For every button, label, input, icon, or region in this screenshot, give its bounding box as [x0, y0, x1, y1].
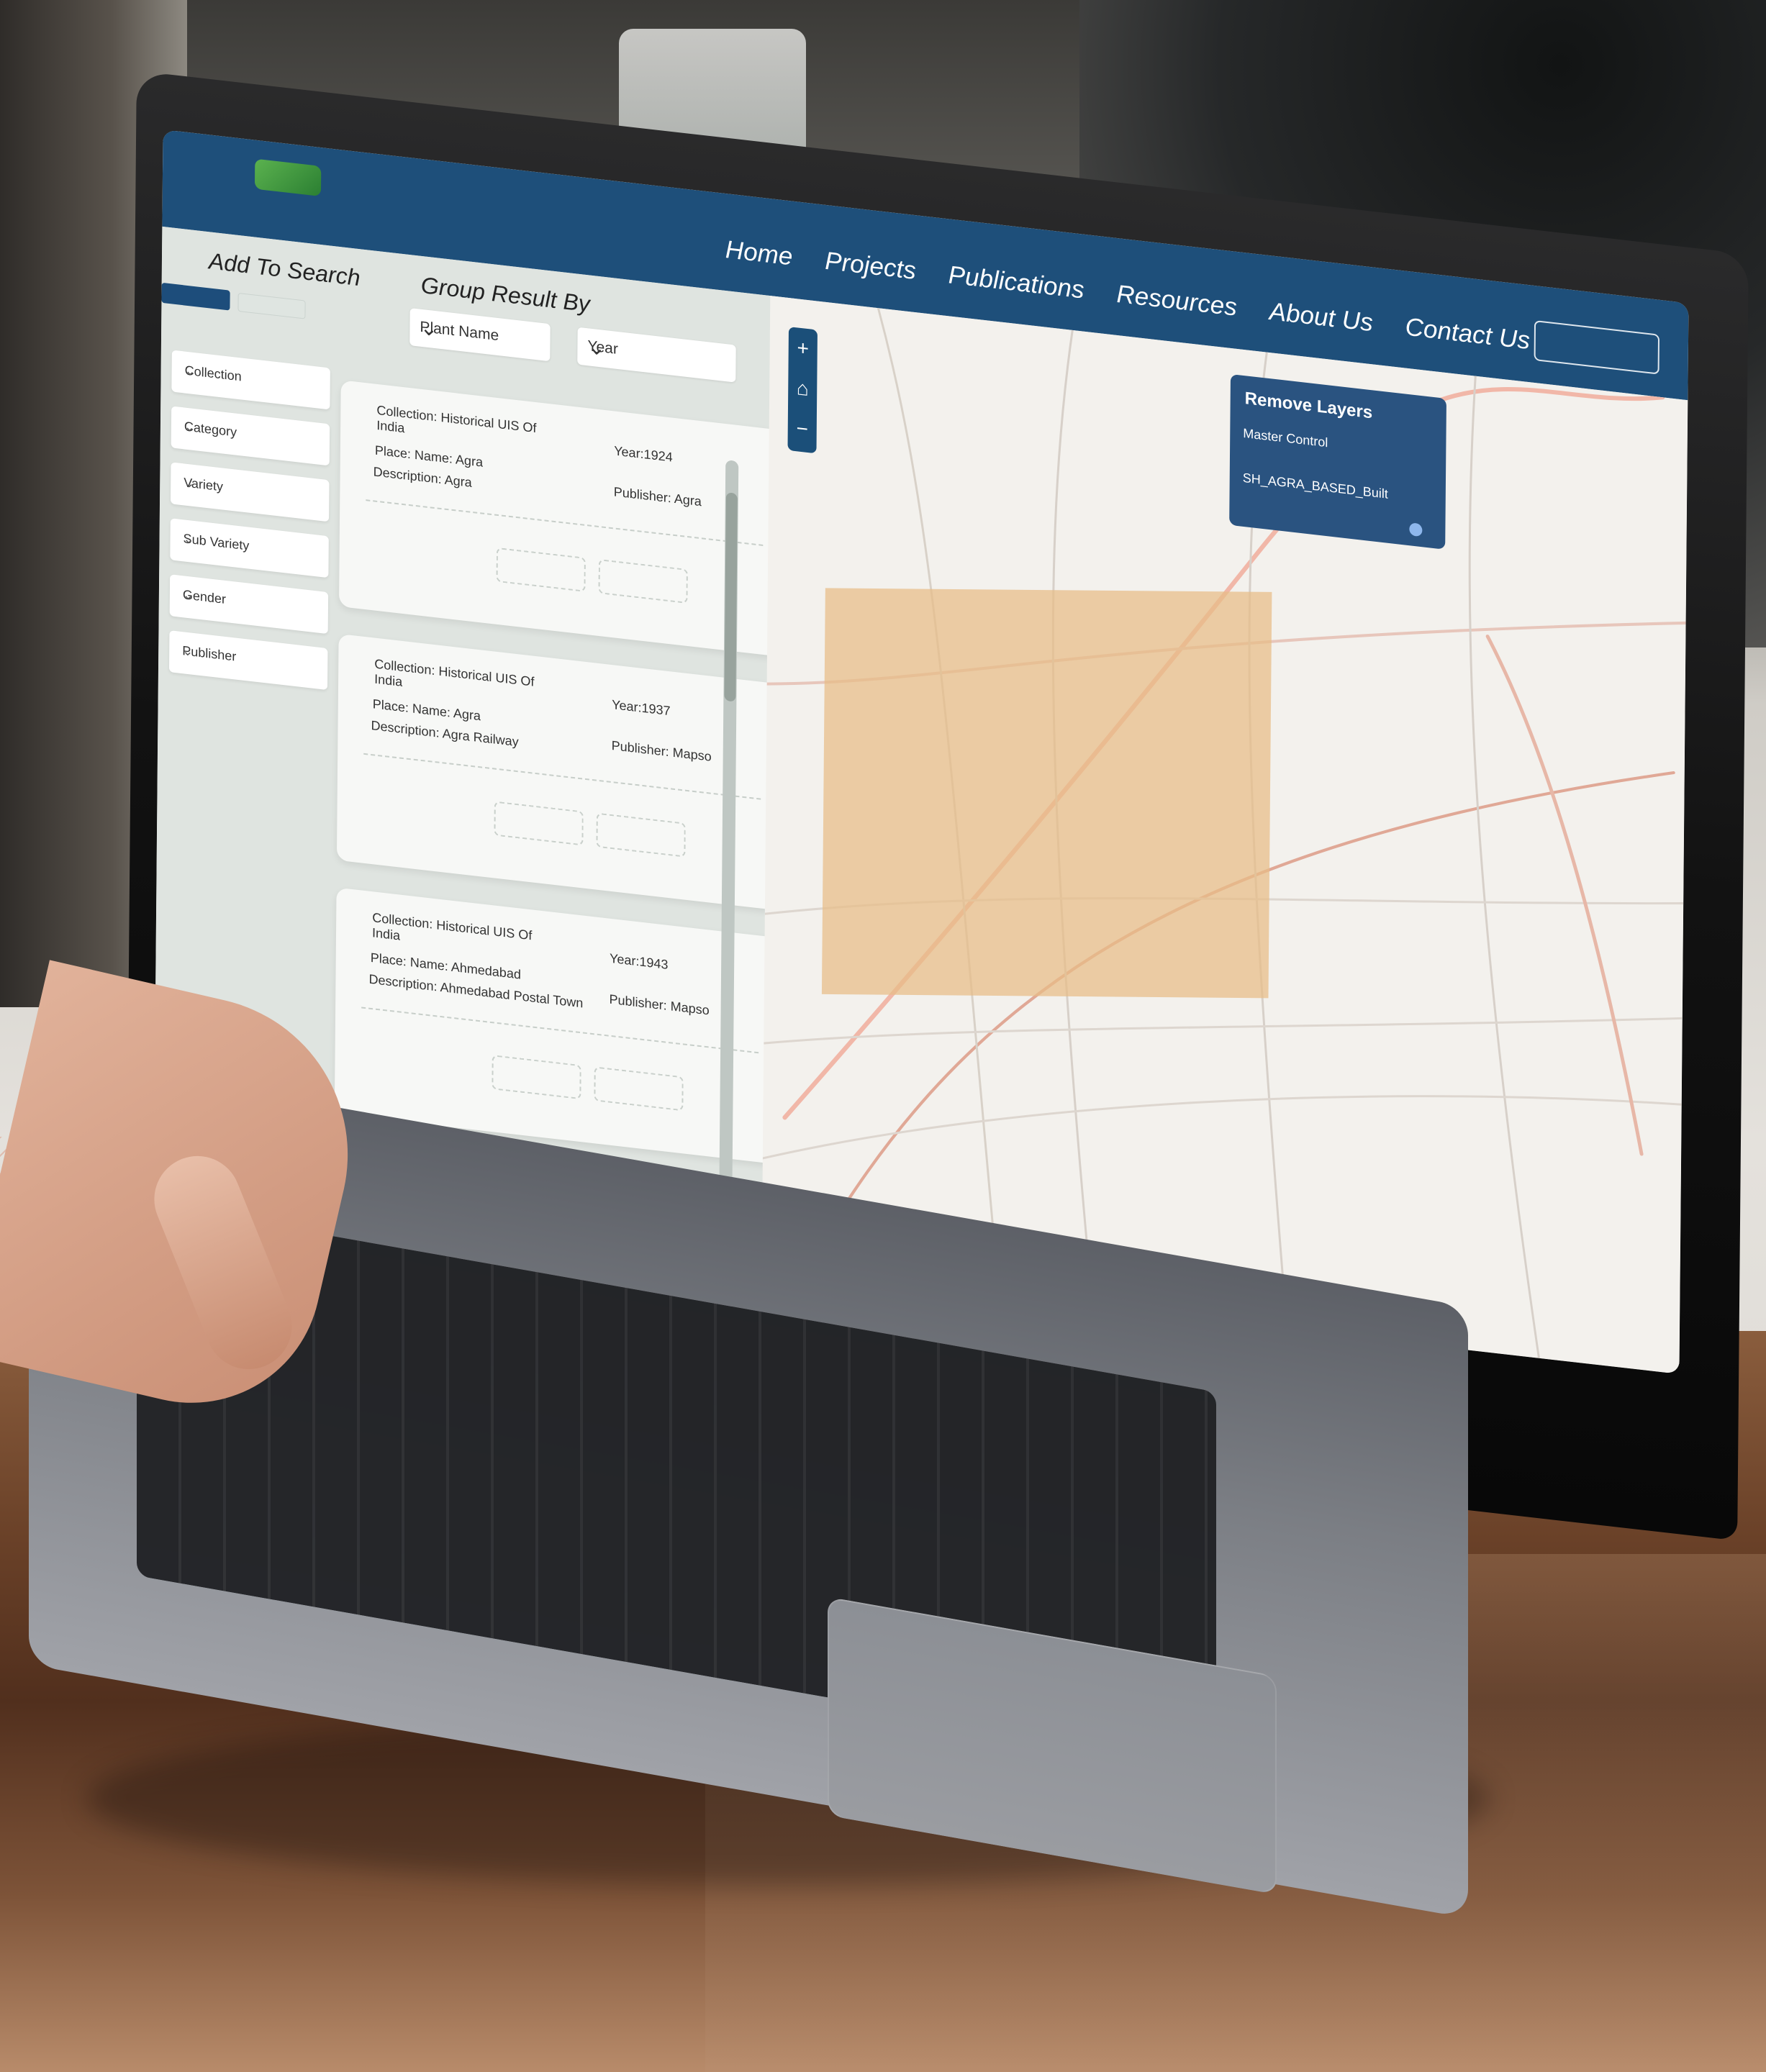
results-list: Collection: Historical UIS Of India Plac… — [334, 380, 780, 1191]
chevron-down-icon: ⌄ — [183, 531, 194, 547]
chevron-down-icon: ⌄ — [182, 643, 194, 659]
card-publisher: Publisher: Mapso — [611, 738, 712, 764]
chevron-down-icon: ⌄ — [184, 475, 195, 491]
sub-variety-filter[interactable]: Sub Variety ⌄ — [170, 518, 329, 578]
chevron-down-icon: ⌄ — [182, 587, 194, 603]
remove-layers-title[interactable]: Remove Layers — [1245, 388, 1373, 423]
chevron-down-icon: ⌄ — [184, 363, 196, 379]
add-to-search-title: Add To Search — [208, 247, 361, 291]
nav-about-us[interactable]: About Us — [1269, 297, 1373, 337]
year-select[interactable]: Year ⌄ — [577, 327, 736, 383]
card-action-button[interactable] — [492, 1055, 581, 1100]
group-selectors: Plant Name ⌄ Year ⌄ — [409, 308, 736, 383]
gender-filter[interactable]: Gender ⌄ — [169, 574, 329, 635]
card-year: Year:1937 — [612, 697, 671, 719]
nav-publications[interactable]: Publications — [948, 260, 1084, 304]
card-action-button[interactable] — [496, 547, 586, 592]
logo-text — [256, 196, 328, 204]
card-action-button[interactable] — [594, 1066, 684, 1112]
scrollbar-thumb[interactable] — [724, 492, 738, 702]
chevron-down-icon: ⌄ — [184, 419, 196, 435]
card-action-button[interactable] — [596, 812, 686, 858]
layer-indicator-dot — [1409, 522, 1423, 537]
card-divider — [366, 499, 764, 546]
card-description: Description: Agra Railway — [371, 717, 519, 750]
search-primary-button[interactable] — [161, 282, 230, 311]
variety-filter[interactable]: Variety ⌄ — [171, 462, 330, 522]
layer-checkbox-master-control[interactable]: Master Control — [1243, 426, 1328, 450]
nav-projects[interactable]: Projects — [825, 247, 916, 286]
card-action-button[interactable] — [494, 801, 584, 846]
logo-map-icon — [254, 158, 322, 197]
home-button[interactable]: ⌂ — [788, 367, 817, 410]
laptop-photo-scene: Home Projects Publications Resources Abo… — [0, 0, 1766, 2072]
layers-panel: Remove Layers Master Control SH_AGRA_BAS… — [1229, 373, 1446, 550]
nav-home[interactable]: Home — [725, 235, 793, 272]
chevron-down-icon: ⌄ — [420, 315, 438, 342]
zoom-out-button[interactable]: − — [788, 407, 817, 450]
result-card[interactable]: Collection: Historical UIS Of India Plac… — [338, 380, 780, 657]
publisher-filter[interactable]: Publisher ⌄ — [168, 630, 328, 691]
search-secondary-button[interactable] — [237, 292, 306, 319]
card-publisher: Publisher: Mapso — [609, 991, 710, 1018]
site-logo[interactable] — [249, 154, 329, 227]
plant-name-select[interactable]: Plant Name ⌄ — [409, 308, 551, 362]
card-action-button[interactable] — [598, 558, 688, 604]
group-result-title: Group Result By — [420, 271, 590, 317]
card-publisher: Publisher: Agra — [613, 484, 702, 509]
category-filter[interactable]: Category ⌄ — [171, 406, 330, 466]
map-raster-overlay — [821, 588, 1272, 999]
card-description: Description: Ahmedabad Postal Town — [368, 971, 584, 1011]
search-mode-buttons — [161, 282, 312, 324]
collection-filter[interactable]: Collection ⌄ — [171, 350, 330, 410]
result-card[interactable]: Collection: Historical UIS Of India Plac… — [336, 633, 778, 911]
chevron-down-icon: ⌄ — [587, 335, 606, 361]
nav-resources[interactable]: Resources — [1116, 280, 1237, 322]
card-year: Year:1943 — [609, 950, 669, 972]
zoom-in-button[interactable]: + — [788, 327, 817, 370]
filter-list: Collection ⌄ Category ⌄ Variety ⌄ Sub Varie… — [168, 350, 330, 704]
card-description: Description: Agra — [373, 464, 472, 490]
header-search-box[interactable] — [1534, 319, 1660, 375]
map-zoom-controls: + ⌂ − — [787, 327, 818, 454]
nav-contact-us[interactable]: Contact Us — [1405, 313, 1530, 356]
layer-checkbox-sh-agra[interactable]: SH_AGRA_BASED_Built — [1243, 471, 1388, 502]
card-year: Year:1924 — [614, 443, 673, 465]
